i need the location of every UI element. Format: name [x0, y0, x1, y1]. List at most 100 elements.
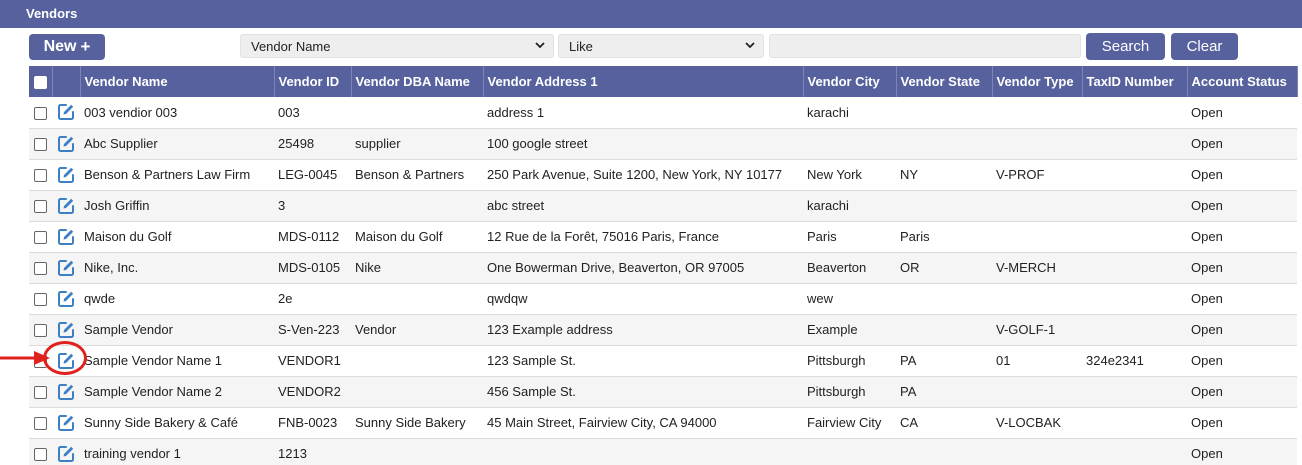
- cell-taxid-number: [1082, 252, 1187, 284]
- cell-vendor-name: Abc Supplier: [80, 128, 274, 160]
- edit-icon[interactable]: [57, 414, 75, 432]
- select-all-checkbox[interactable]: [33, 76, 47, 90]
- table-row[interactable]: Josh Griffin 3 abc street karachi Open: [29, 190, 1297, 222]
- row-checkbox[interactable]: [34, 106, 47, 120]
- cell-vendor-dba-name: Sunny Side Bakery: [351, 407, 483, 439]
- table-row[interactable]: Sample Vendor Name 2 VENDOR2 456 Sample St…: [29, 376, 1297, 408]
- cell-taxid-number: [1082, 97, 1187, 129]
- column-header-vendor-state[interactable]: Vendor State: [896, 66, 993, 97]
- column-header-vendor-dba-name[interactable]: Vendor DBA Name: [351, 66, 484, 97]
- row-checkbox-cell: [29, 376, 52, 408]
- row-checkbox-cell: [29, 97, 52, 129]
- cell-vendor-state: [896, 97, 992, 129]
- cell-vendor-dba-name: Vendor: [351, 314, 483, 346]
- page-title: Vendors: [0, 0, 1302, 28]
- cell-vendor-type: V-GOLF-1: [992, 314, 1082, 346]
- table-row[interactable]: qwde 2e qwdqw wew Open: [29, 283, 1297, 315]
- cell-vendor-address: 123 Sample St.: [483, 345, 803, 377]
- cell-vendor-state: [896, 283, 992, 315]
- cell-vendor-city: Pittsburgh: [803, 345, 896, 377]
- cell-vendor-id: 2e: [274, 283, 351, 315]
- edit-cell: [52, 190, 80, 222]
- search-button[interactable]: Search: [1086, 33, 1165, 60]
- search-operator-select[interactable]: Like: [558, 34, 764, 58]
- cell-vendor-type: [992, 283, 1082, 315]
- edit-icon[interactable]: [57, 197, 75, 215]
- row-checkbox[interactable]: [34, 386, 47, 400]
- column-header-account-status[interactable]: Account Status: [1187, 66, 1298, 97]
- edit-icon[interactable]: [57, 259, 75, 277]
- cell-vendor-type: [992, 221, 1082, 253]
- row-checkbox[interactable]: [34, 448, 47, 462]
- cell-vendor-type: [992, 190, 1082, 222]
- toolbar: New + Vendor Name Like Search Clear: [0, 28, 1302, 66]
- search-input[interactable]: [769, 34, 1081, 58]
- row-checkbox[interactable]: [34, 200, 47, 214]
- cell-account-status: Open: [1187, 97, 1297, 129]
- table-row[interactable]: Nike, Inc. MDS-0105 Nike One Bowerman Drive…: [29, 252, 1297, 284]
- cell-vendor-address: 456 Sample St.: [483, 376, 803, 408]
- cell-vendor-dba-name: [351, 97, 483, 129]
- row-checkbox-cell: [29, 407, 52, 439]
- plus-icon: +: [80, 37, 91, 56]
- cell-account-status: Open: [1187, 407, 1297, 439]
- cell-taxid-number: [1082, 283, 1187, 315]
- row-checkbox[interactable]: [34, 169, 47, 183]
- table-row[interactable]: Maison du Golf MDS-0112 Maison du Golf 12 R…: [29, 221, 1297, 253]
- edit-cell: [52, 376, 80, 408]
- chevron-down-icon: [745, 42, 755, 49]
- cell-vendor-address: abc street: [483, 190, 803, 222]
- edit-cell: [52, 128, 80, 160]
- edit-cell: [52, 159, 80, 191]
- column-header-taxid-number[interactable]: TaxID Number: [1082, 66, 1188, 97]
- column-header-vendor-address[interactable]: Vendor Address 1: [483, 66, 804, 97]
- cell-vendor-type: [992, 376, 1082, 408]
- clear-button[interactable]: Clear: [1171, 33, 1238, 60]
- column-header-vendor-city[interactable]: Vendor City: [803, 66, 897, 97]
- row-checkbox-cell: [29, 128, 52, 160]
- table-row[interactable]: Sunny Side Bakery & Café FNB-0023 Sunny Si…: [29, 407, 1297, 439]
- column-header-vendor-type[interactable]: Vendor Type: [992, 66, 1083, 97]
- row-checkbox-cell: [29, 252, 52, 284]
- edit-icon[interactable]: [57, 103, 75, 121]
- cell-taxid-number: [1082, 128, 1187, 160]
- cell-vendor-name: Maison du Golf: [80, 221, 274, 253]
- cell-account-status: Open: [1187, 314, 1297, 346]
- cell-vendor-dba-name: Maison du Golf: [351, 221, 483, 253]
- cell-vendor-name: training vendor 1: [80, 438, 274, 465]
- new-button[interactable]: New +: [29, 34, 105, 60]
- column-header-vendor-id[interactable]: Vendor ID: [274, 66, 352, 97]
- table-row[interactable]: Benson & Partners Law Firm LEG-0045 Benson…: [29, 159, 1297, 191]
- cell-vendor-id: MDS-0112: [274, 221, 351, 253]
- search-field-select[interactable]: Vendor Name: [240, 34, 554, 58]
- edit-icon[interactable]: [57, 290, 75, 308]
- edit-icon[interactable]: [57, 228, 75, 246]
- row-checkbox[interactable]: [34, 231, 47, 245]
- cell-taxid-number: [1082, 438, 1187, 465]
- cell-vendor-state: [896, 128, 992, 160]
- edit-icon[interactable]: [57, 383, 75, 401]
- row-checkbox[interactable]: [34, 262, 47, 276]
- table-row[interactable]: Abc Supplier 25498 supplier 100 google stre…: [29, 128, 1297, 160]
- edit-icon[interactable]: [57, 166, 75, 184]
- cell-account-status: Open: [1187, 128, 1297, 160]
- column-header-vendor-name[interactable]: Vendor Name: [80, 66, 275, 97]
- edit-icon[interactable]: [57, 135, 75, 153]
- row-checkbox[interactable]: [34, 138, 47, 152]
- edit-icon[interactable]: [57, 321, 75, 339]
- row-checkbox-cell: [29, 221, 52, 253]
- table-row[interactable]: Sample Vendor Name 1 VENDOR1 123 Sample St…: [29, 345, 1297, 377]
- table-header-row: Vendor Name Vendor ID Vendor DBA Name Ve…: [29, 66, 1298, 97]
- row-checkbox[interactable]: [34, 417, 47, 431]
- edit-icon[interactable]: [57, 445, 75, 463]
- row-checkbox[interactable]: [34, 324, 47, 338]
- cell-taxid-number: [1082, 190, 1187, 222]
- table-row[interactable]: 003 vendior 003 003 address 1 karachi Open: [29, 97, 1297, 129]
- cell-taxid-number: [1082, 221, 1187, 253]
- table-row[interactable]: Sample Vendor S-Ven-223 Vendor 123 Example …: [29, 314, 1297, 346]
- cell-vendor-type: [992, 128, 1082, 160]
- cell-vendor-state: PA: [896, 345, 992, 377]
- table-row[interactable]: training vendor 1 1213 Open: [29, 438, 1297, 465]
- row-checkbox[interactable]: [34, 293, 47, 307]
- cell-vendor-city: Beaverton: [803, 252, 896, 284]
